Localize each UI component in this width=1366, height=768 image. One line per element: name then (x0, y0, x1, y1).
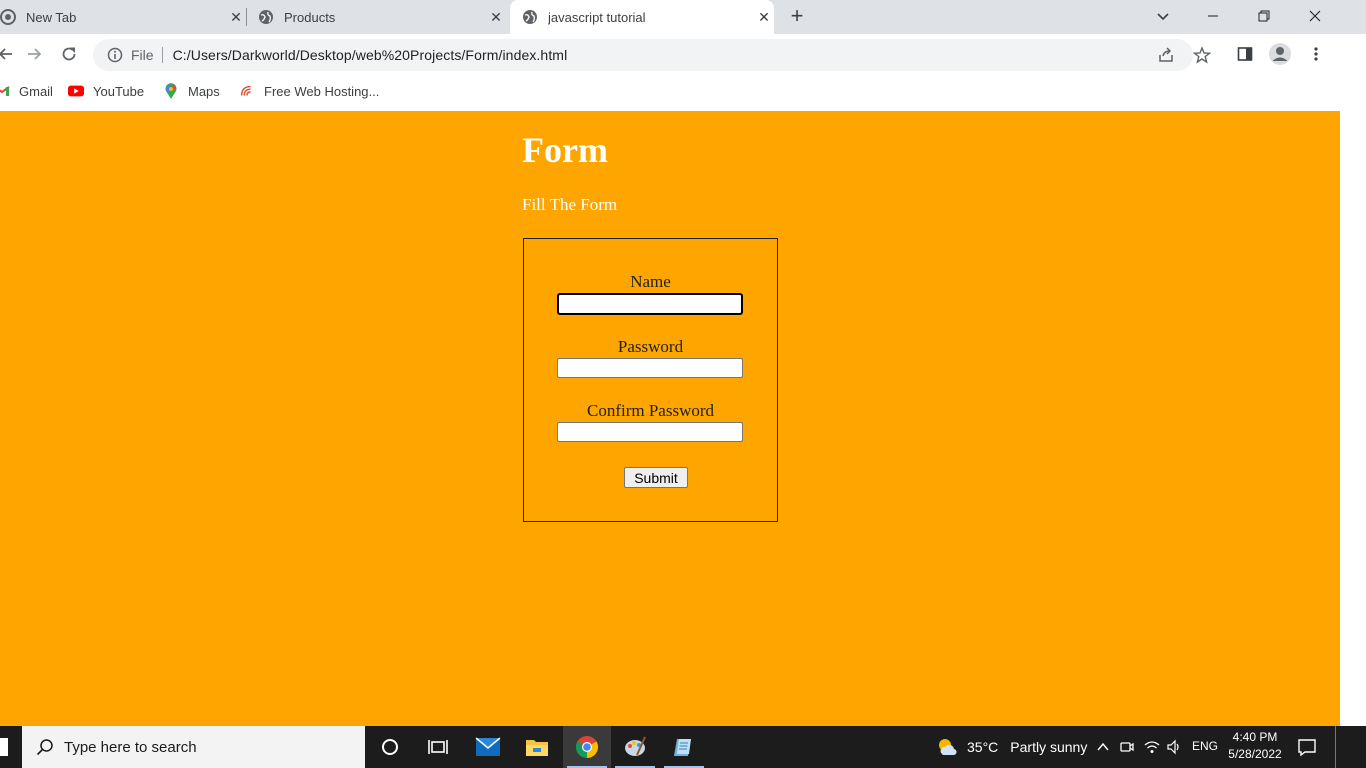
start-button[interactable] (0, 738, 8, 756)
restore-button[interactable] (1241, 2, 1287, 30)
profile-avatar-icon[interactable] (1268, 42, 1292, 66)
chevron-down-icon[interactable] (1153, 6, 1173, 26)
tab-title: New Tab (26, 9, 77, 25)
meet-now-icon[interactable] (1117, 737, 1137, 757)
paint-app-icon[interactable] (611, 726, 659, 768)
mail-icon[interactable] (464, 726, 512, 768)
bookmark-label: YouTube (93, 83, 145, 99)
url-scheme: File (131, 47, 154, 63)
confirm-password-input[interactable] (557, 422, 743, 442)
weather-temp: 35°C (967, 739, 999, 755)
tab-new-tab[interactable]: New Tab ✕ (0, 0, 246, 34)
chrome-taskbar-icon[interactable] (563, 726, 611, 768)
cortana-icon[interactable] (366, 726, 414, 768)
share-icon[interactable] (1156, 45, 1176, 65)
close-icon[interactable]: ✕ (754, 7, 774, 27)
notification-icon[interactable] (1296, 736, 1318, 758)
url-text[interactable]: C:/Users/Darkworld/Desktop/web%20Project… (173, 47, 568, 63)
tab-separator (246, 8, 247, 26)
task-view-icon[interactable] (414, 726, 462, 768)
tab-title: Products (284, 9, 336, 25)
show-desktop-button[interactable] (1335, 726, 1336, 768)
close-icon[interactable]: ✕ (486, 7, 506, 27)
password-input[interactable] (557, 358, 743, 378)
input-language[interactable]: ENG (1192, 739, 1218, 753)
weather-widget[interactable]: 35°C Partly sunny (936, 726, 1087, 768)
tab-javascript-tutorial[interactable]: javascript tutorial ✕ (510, 0, 774, 34)
hosting-icon (239, 83, 255, 99)
browser-toolbar: File C:/Users/Darkworld/Desktop/web%20Pr… (0, 34, 1366, 76)
chevron-up-icon[interactable] (1093, 737, 1113, 757)
bookmark-star-icon[interactable] (1192, 45, 1212, 65)
tab-products[interactable]: Products ✕ (258, 0, 506, 34)
bookmark-youtube[interactable]: YouTube (68, 82, 144, 100)
name-input[interactable] (557, 293, 743, 315)
form-container: Name Password Confirm Password Submit (523, 238, 778, 522)
search-icon (36, 738, 54, 756)
side-panel-icon[interactable] (1233, 42, 1257, 66)
clock-time: 4:40 PM (1232, 730, 1278, 744)
bookmark-free-web-hosting[interactable]: Free Web Hosting... (239, 82, 379, 100)
bookmark-label: Gmail (19, 83, 53, 99)
chrome-icon (0, 9, 16, 25)
weather-condition: Partly sunny (1010, 739, 1088, 755)
bookmark-gmail[interactable]: Gmail (0, 82, 53, 100)
minimize-button[interactable] (1190, 2, 1236, 30)
tab-strip: New Tab ✕ Products ✕ javascript tutorial… (0, 0, 1366, 34)
globe-icon (258, 9, 274, 25)
youtube-icon (68, 83, 84, 99)
network-icon[interactable] (1142, 737, 1162, 757)
window-close-button[interactable] (1292, 2, 1338, 30)
page-subtitle: Fill The Form (522, 195, 618, 214)
gmail-icon (0, 83, 10, 99)
search-placeholder: Type here to search (64, 738, 197, 756)
address-bar[interactable]: File C:/Users/Darkworld/Desktop/web%20Pr… (93, 39, 1211, 71)
back-button[interactable] (0, 42, 18, 66)
confirm-password-label: Confirm Password (586, 401, 715, 420)
notepad-icon[interactable] (660, 726, 708, 768)
file-explorer-icon[interactable] (513, 726, 561, 768)
reload-button[interactable] (57, 42, 81, 66)
scrollbar-track[interactable] (1340, 111, 1366, 726)
volume-icon[interactable] (1164, 737, 1184, 757)
page-content: Form Fill The Form Name Password Confirm… (0, 111, 1340, 726)
submit-button[interactable]: Submit (624, 467, 688, 488)
new-tab-button[interactable]: + (786, 5, 808, 28)
bookmark-maps[interactable]: Maps (163, 82, 220, 100)
bookmark-label: Maps (188, 83, 220, 99)
password-label: Password (617, 337, 684, 356)
maps-icon (163, 83, 179, 99)
taskbar: Type here to search 35°C Partly sunny EN… (0, 726, 1366, 768)
page-title: Form (522, 130, 608, 170)
partly-sunny-icon (939, 739, 957, 756)
globe-icon (522, 9, 538, 25)
tab-title: javascript tutorial (548, 9, 646, 25)
divider (161, 47, 163, 63)
bookmark-label: Free Web Hosting... (264, 83, 380, 99)
forward-button[interactable] (22, 42, 46, 66)
menu-dots-icon[interactable] (1304, 42, 1328, 66)
name-label: Name (630, 272, 671, 291)
bookmarks-bar: Gmail YouTube Maps Free Web Hosting... (0, 76, 1366, 106)
taskbar-search[interactable]: Type here to search (22, 726, 365, 768)
info-icon[interactable] (107, 47, 123, 63)
system-clock[interactable]: 4:40 PM 5/28/2022 (1224, 729, 1286, 763)
clock-date: 5/28/2022 (1228, 747, 1282, 761)
close-icon[interactable]: ✕ (226, 7, 246, 27)
